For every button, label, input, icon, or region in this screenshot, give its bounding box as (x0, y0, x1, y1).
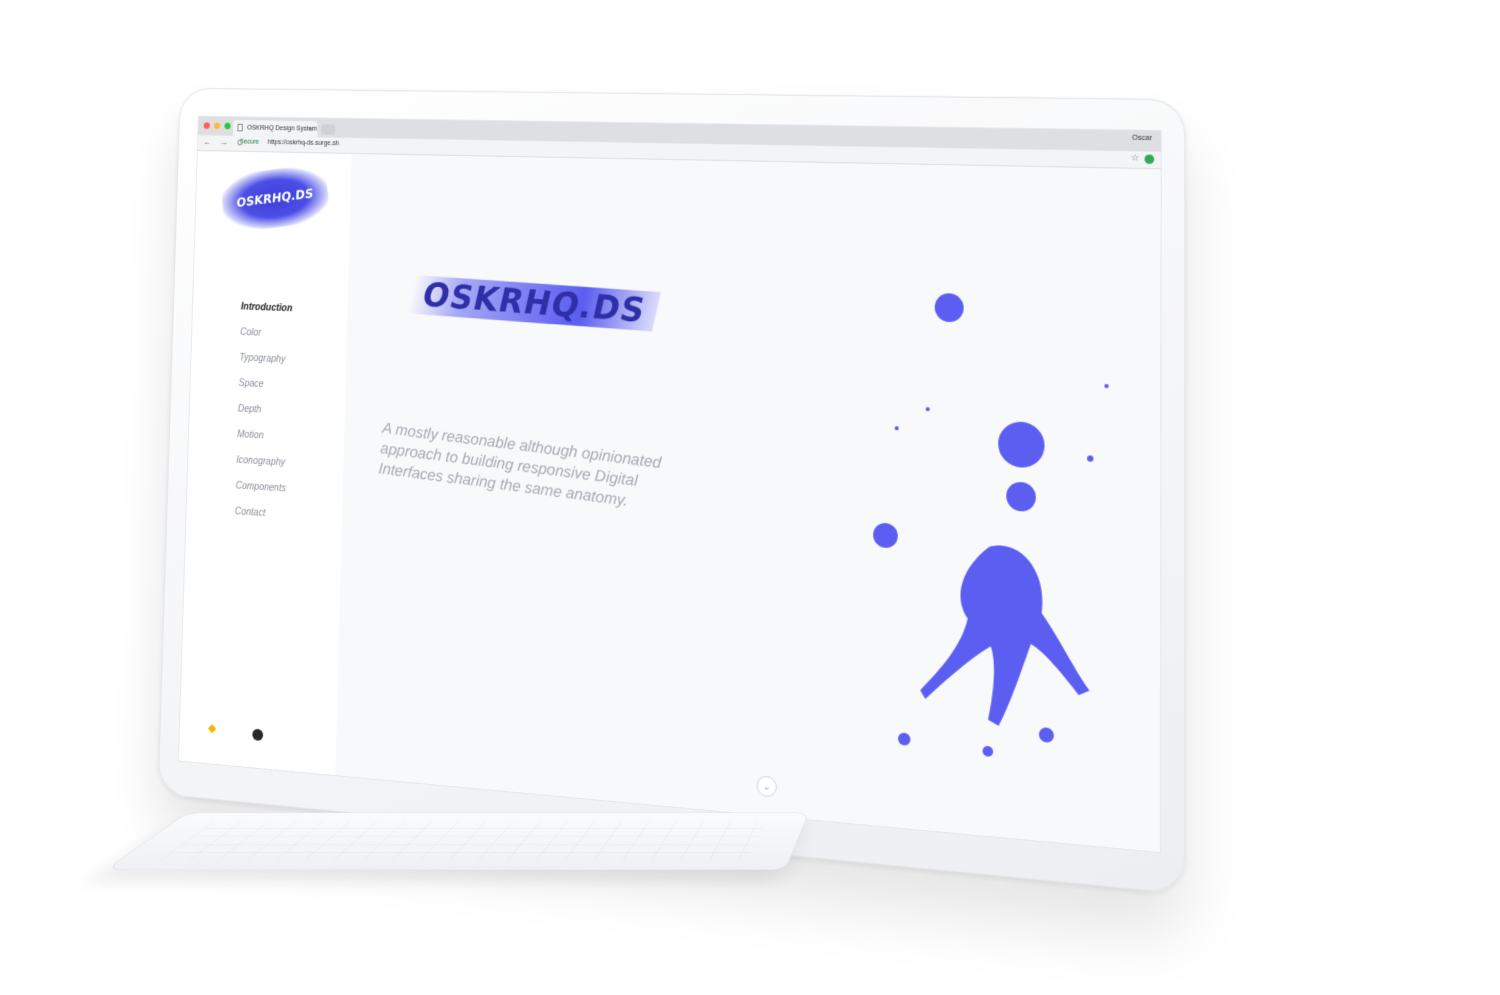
sidebar-item-color[interactable]: Color (240, 327, 292, 340)
sidebar: OSKRHQ.DS Introduction Color Typography … (178, 150, 352, 776)
close-window-button[interactable] (203, 122, 210, 129)
sidebar-item-space[interactable]: Space (239, 378, 291, 391)
main-content: OSKRHQ.DS A mostly reasonable although o… (335, 154, 1160, 852)
maximize-window-button[interactable] (224, 122, 231, 130)
bookmark-star-icon[interactable]: ☆ (1131, 152, 1140, 164)
github-icon[interactable] (252, 728, 264, 742)
brand-logo[interactable]: OSKRHQ.DS (219, 162, 331, 234)
sketch-icon[interactable]: ◆ (208, 721, 217, 735)
sidebar-item-typography[interactable]: Typography (239, 353, 291, 366)
monitor-frame: OSKRHQ Design System × Oscar ← → C Secur… (157, 87, 1186, 895)
browser-tab[interactable]: OSKRHQ Design System × (232, 119, 318, 138)
tagline: A mostly reasonable although opinionated… (377, 420, 662, 510)
logo-text: OSKRHQ.DS (236, 186, 314, 211)
document-icon (237, 123, 243, 132)
sidebar-item-components[interactable]: Components (235, 481, 287, 495)
profile-name[interactable]: Oscar (1132, 135, 1152, 143)
keyboard-keys (160, 821, 767, 861)
hero-title: OSKRHQ.DS (407, 275, 661, 332)
sidebar-item-introduction[interactable]: Introduction (241, 302, 293, 314)
tab-title: OSKRHQ Design System (246, 124, 318, 133)
extension-icon[interactable] (1144, 154, 1155, 164)
sidebar-nav: Introduction Color Typography Space Dept… (234, 302, 293, 536)
sidebar-item-iconography[interactable]: Iconography (236, 455, 288, 468)
window-controls (203, 122, 231, 130)
keyboard (104, 812, 810, 871)
url-field[interactable]: https://oskrhq-ds.surge.sh (268, 139, 339, 147)
ink-splash-illustration (873, 292, 1109, 758)
browser-window: OSKRHQ Design System × Oscar ← → C Secur… (177, 115, 1162, 854)
secure-badge[interactable]: Secure (240, 139, 260, 146)
sidebar-item-contact[interactable]: Contact (235, 507, 287, 521)
new-tab-button[interactable] (320, 124, 336, 135)
scroll-down-button[interactable]: ⌄ (756, 775, 777, 798)
minimize-window-button[interactable] (214, 122, 221, 130)
sidebar-item-motion[interactable]: Motion (237, 429, 289, 442)
sidebar-item-depth[interactable]: Depth (238, 404, 290, 417)
tab-close-icon[interactable]: × (309, 121, 314, 137)
